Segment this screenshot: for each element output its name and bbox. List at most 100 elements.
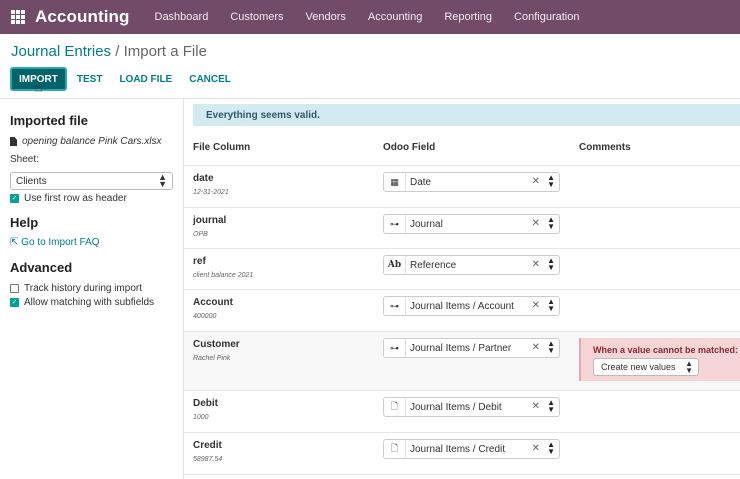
cancel-button[interactable]: CANCEL <box>189 74 231 85</box>
file-name-text: opening balance Pink Cars.xlsx <box>22 136 162 147</box>
file-icon <box>10 137 17 146</box>
divider <box>184 474 740 475</box>
import-button[interactable]: IMPORT ☝ <box>10 67 67 95</box>
sheet-select[interactable]: Clients ▲ ▼ <box>10 172 173 190</box>
updown-icon: ▲ ▼ <box>158 172 167 189</box>
updown-icon: ▲ ▼ <box>547 256 555 272</box>
unmatched-value-option: Create new values <box>601 362 676 372</box>
odoo-field-select[interactable]: ▦ Date ✕ ▲ ▼ <box>383 172 560 192</box>
breadcrumb-current: Import a File <box>123 43 207 60</box>
breadcrumb: Journal Entries / Import a File <box>11 43 207 60</box>
sheet-label: Sheet: <box>10 154 39 165</box>
odoo-field-value: Journal Items / Debit <box>410 401 502 413</box>
table-row: Customer Rachel Pink ⊶ Journal Items / P… <box>184 332 740 390</box>
text-icon: Ab <box>384 256 406 274</box>
allow-matching-label: Allow matching with subfields <box>24 297 155 308</box>
checkbox-checked-icon: ✓ <box>10 298 19 307</box>
track-history-checkbox[interactable]: Track history during import <box>10 283 142 294</box>
load-file-button[interactable]: LOAD FILE <box>119 74 172 85</box>
menu-vendors[interactable]: Vendors <box>306 11 346 23</box>
file-column-sample: OPB <box>193 231 208 238</box>
menu-configuration[interactable]: Configuration <box>514 11 579 23</box>
updown-icon: ▲ ▼ <box>547 440 555 456</box>
first-row-header-label: Use first row as header <box>24 193 127 204</box>
odoo-field-select[interactable]: 🗋 Journal Items / Debit ✕ ▲ ▼ <box>383 397 560 417</box>
odoo-field-value: Journal Items / Account <box>410 300 514 312</box>
validation-alert: Everything seems valid. <box>193 104 740 126</box>
clear-icon[interactable]: ✕ <box>532 300 540 311</box>
table-row: Credit 58987.54 🗋 Journal Items / Credit… <box>184 433 740 474</box>
odoo-field-select[interactable]: ⊶ Journal Items / Partner ✕ ▲ ▼ <box>383 338 560 358</box>
imported-file-name: opening balance Pink Cars.xlsx <box>10 136 162 147</box>
sheet-select-value: Clients <box>16 175 47 187</box>
clear-icon[interactable]: ✕ <box>532 218 540 229</box>
file-column-sample: 58987.54 <box>193 456 223 463</box>
help-heading: Help <box>10 215 39 230</box>
odoo-field-value: Journal Items / Credit <box>410 443 506 455</box>
track-history-label: Track history during import <box>24 283 142 294</box>
checkbox-checked-icon: ✓ <box>10 194 19 203</box>
menu-dashboard[interactable]: Dashboard <box>155 11 209 23</box>
file-column-sample: client balance 2021 <box>193 272 254 279</box>
table-row: ref client balance 2021 Ab Reference ✕ ▲… <box>184 249 740 290</box>
file-column-name: Customer <box>193 339 240 350</box>
odoo-field-select[interactable]: ⊶ Journal Items / Account ✕ ▲ ▼ <box>383 296 560 316</box>
grid-icon[interactable] <box>11 10 25 24</box>
file-column-name: Account <box>193 297 233 308</box>
import-options-sidebar: Imported file opening balance Pink Cars.… <box>0 99 183 479</box>
updown-icon: ▲ ▼ <box>547 297 555 313</box>
clear-icon[interactable]: ✕ <box>532 443 540 454</box>
toolbar: IMPORT ☝ TEST LOAD FILE CANCEL <box>10 67 238 95</box>
clear-icon[interactable]: ✕ <box>532 176 540 187</box>
file-column-sample: 12-31-2021 <box>193 189 229 196</box>
file-column-name: Debit <box>193 398 218 409</box>
table-row: Debit 1000 🗋 Journal Items / Debit ✕ ▲ ▼ <box>184 391 740 432</box>
updown-icon: ▲ ▼ <box>685 359 693 375</box>
advanced-heading: Advanced <box>10 260 73 275</box>
file-column-name: ref <box>193 256 206 267</box>
document-icon: 🗋 <box>384 440 406 458</box>
unmatched-value-select[interactable]: Create new values ▲ ▼ <box>593 358 699 376</box>
clear-icon[interactable]: ✕ <box>532 401 540 412</box>
header-comments: Comments <box>579 142 631 153</box>
calendar-icon: ▦ <box>384 173 406 191</box>
updown-icon: ▲ ▼ <box>547 173 555 189</box>
menu-customers[interactable]: Customers <box>230 11 283 23</box>
file-column-sample: 400000 <box>193 313 217 320</box>
odoo-field-select[interactable]: 🗋 Journal Items / Credit ✕ ▲ ▼ <box>383 439 560 459</box>
import-faq-link[interactable]: ⇱ Go to Import FAQ <box>10 237 100 248</box>
import-faq-label: Go to Import FAQ <box>21 237 100 248</box>
unmatched-value-label: When a value cannot be matched: <box>593 345 739 355</box>
app-name[interactable]: Accounting <box>35 7 130 27</box>
clear-icon[interactable]: ✕ <box>532 342 540 353</box>
table-row: date 12-31-2021 ▦ Date ✕ ▲ ▼ <box>184 166 740 207</box>
updown-icon: ▲ ▼ <box>547 398 555 414</box>
header-file-column: File Column <box>193 142 251 153</box>
table-row: journal OPB ⊶ Journal ✕ ▲ ▼ <box>184 208 740 249</box>
relation-icon: ⊶ <box>384 297 406 315</box>
clear-icon[interactable]: ✕ <box>532 259 540 270</box>
odoo-field-value: Reference <box>410 259 457 271</box>
breadcrumb-journal-entries[interactable]: Journal Entries <box>11 43 111 60</box>
table-row: Account 400000 ⊶ Journal Items / Account… <box>184 290 740 331</box>
allow-matching-checkbox[interactable]: ✓ Allow matching with subfields <box>10 297 154 308</box>
menu-reporting[interactable]: Reporting <box>444 11 492 23</box>
file-column-sample: 1000 <box>193 414 209 421</box>
test-button[interactable]: TEST <box>77 74 103 85</box>
relation-icon: ⊶ <box>384 215 406 233</box>
external-link-icon: ⇱ <box>10 237 19 248</box>
menu-accounting[interactable]: Accounting <box>368 11 422 23</box>
first-row-header-checkbox[interactable]: ✓ Use first row as header <box>10 193 127 204</box>
odoo-field-select[interactable]: Ab Reference ✕ ▲ ▼ <box>383 255 560 275</box>
header-odoo-field: Odoo Field <box>383 142 436 153</box>
hand-cursor-icon: ☝ <box>34 79 43 95</box>
file-column-name: date <box>193 173 214 184</box>
file-column-name: Credit <box>193 440 222 451</box>
updown-icon: ▲ ▼ <box>547 339 555 355</box>
updown-icon: ▲ ▼ <box>547 215 555 231</box>
top-navbar: Accounting Dashboard Customers Vendors A… <box>0 0 740 34</box>
breadcrumb-separator: / <box>111 43 124 60</box>
odoo-field-value: Journal Items / Partner <box>410 342 512 354</box>
file-column-sample: Rachel Pink <box>193 355 231 362</box>
odoo-field-select[interactable]: ⊶ Journal ✕ ▲ ▼ <box>383 214 560 234</box>
